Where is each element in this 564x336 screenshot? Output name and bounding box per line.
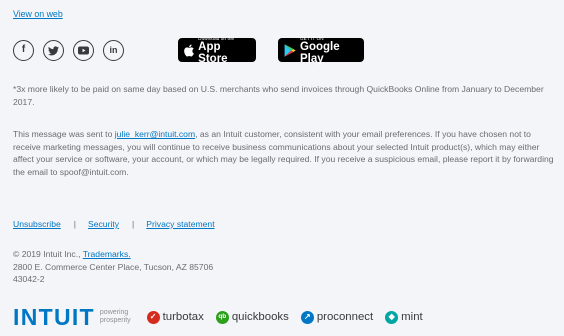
- google-play-button[interactable]: GET IT ON Google Play: [278, 36, 364, 65]
- proconnect-logo: ↗ proconnect: [300, 310, 374, 324]
- mint-label: mint: [401, 310, 423, 323]
- brand-bar: INTUIT powering prosperity ✓ turbotax qb…: [13, 305, 435, 329]
- youtube-icon[interactable]: [73, 40, 94, 61]
- proconnect-label: proconnect: [316, 310, 374, 323]
- quickbooks-logo: qb quickbooks: [215, 310, 289, 324]
- social-links: f in: [13, 38, 133, 63]
- recipient-email-link[interactable]: julie_kerr@intuit.com: [115, 129, 195, 139]
- mint-logo: ◆ mint: [385, 310, 423, 324]
- link-separator: |: [132, 219, 135, 229]
- mint-leaf-icon: ◆: [385, 310, 399, 324]
- facebook-icon[interactable]: f: [13, 40, 34, 61]
- footnote-text: *3x more likely to be paid on same day b…: [13, 84, 544, 107]
- twitter-icon[interactable]: [43, 40, 64, 61]
- google-play-icon: [284, 43, 296, 57]
- tagline-line-1: powering: [99, 309, 129, 317]
- linkedin-icon[interactable]: in: [103, 40, 124, 61]
- linkedin-glyph: in: [109, 45, 118, 56]
- google-play-label: Google Play: [300, 40, 340, 65]
- message-intro: This message was sent to: [13, 129, 115, 139]
- copyright-text: © 2019 Intuit Inc.,: [13, 249, 83, 259]
- privacy-statement-link[interactable]: Privacy statement: [146, 218, 214, 231]
- turbotax-logo: ✓ turbotax: [146, 310, 204, 324]
- copyright-block: © 2019 Intuit Inc., Trademarks. 2800 E. C…: [13, 248, 561, 286]
- reference-code: 43042-2: [13, 274, 45, 285]
- email-preferences-message: This message was sent to julie_kerr@intu…: [13, 128, 561, 178]
- view-on-web-link[interactable]: View on web: [13, 8, 63, 21]
- security-link[interactable]: Security: [88, 218, 119, 231]
- app-store-label: App Store: [198, 40, 228, 65]
- link-separator: |: [73, 219, 76, 229]
- facebook-glyph: f: [21, 44, 26, 56]
- apple-icon: [184, 43, 194, 57]
- trademarks-link[interactable]: Trademarks.: [83, 249, 131, 259]
- app-store-button[interactable]: Download on the App Store: [178, 36, 256, 65]
- proconnect-arrow-icon: ↗: [300, 310, 314, 324]
- tagline-line-2: prosperity: [99, 317, 131, 324]
- company-address: 2800 E. Commerce Center Place, Tucson, A…: [13, 261, 214, 272]
- turbotax-check-icon: ✓: [146, 310, 160, 324]
- powering-prosperity-tagline: powering prosperity: [100, 309, 131, 324]
- quickbooks-label: quickbooks: [231, 310, 289, 323]
- youtube-glyph: [78, 46, 89, 55]
- quickbooks-qb-icon: qb: [215, 310, 229, 324]
- footer-links: Unsubscribe | Security | Privacy stateme…: [13, 218, 215, 231]
- turbotax-label: turbotax: [162, 310, 204, 323]
- unsubscribe-link[interactable]: Unsubscribe: [13, 218, 61, 231]
- intuit-logo: INTUIT: [13, 304, 95, 330]
- twitter-glyph: [48, 45, 59, 55]
